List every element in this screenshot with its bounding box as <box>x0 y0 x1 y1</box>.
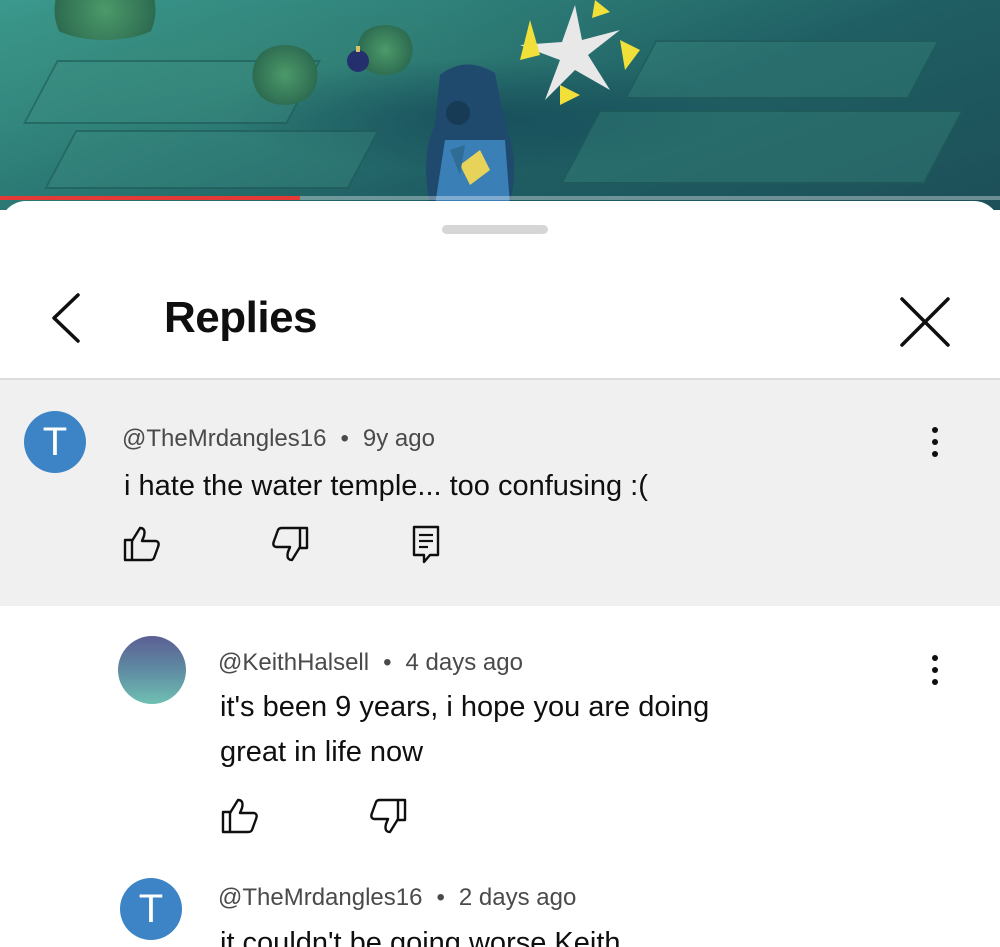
comment-text-line: it's been 9 years, i hope you are doing <box>220 691 710 723</box>
floor-tile <box>560 110 964 184</box>
floor-tile <box>44 130 380 189</box>
comment-text: it's been 9 years, i hope you are doing … <box>220 685 709 775</box>
avatar[interactable] <box>118 636 186 704</box>
avatar[interactable]: T <box>120 878 182 940</box>
comment-meta: @TheMrdangles16 • 2 days ago <box>218 884 576 912</box>
comment-time: 9y ago <box>362 425 435 452</box>
comment-time: 4 days ago <box>405 649 523 676</box>
meta-separator: • <box>383 649 392 676</box>
comment-text: it couldn't be going worse Keith <box>220 927 621 947</box>
sheet-header: Replies <box>0 261 1000 376</box>
replies-sheet: Replies T @TheMrdangles16 • 9y ago i hate … <box>0 201 1000 947</box>
comment-text: i hate the water temple... too confusing… <box>124 470 648 502</box>
meta-separator: • <box>436 884 445 911</box>
thumbs-down-icon[interactable] <box>268 522 312 566</box>
avatar[interactable]: T <box>24 411 86 473</box>
comment-author[interactable]: @TheMrdangles16 <box>218 884 422 911</box>
comment-meta: @TheMrdangles16 • 9y ago <box>122 425 435 453</box>
floor-tile <box>624 40 940 99</box>
parent-comment: T @TheMrdangles16 • 9y ago i hate the wate… <box>0 380 1000 606</box>
comment-time: 2 days ago <box>458 884 577 911</box>
video-player[interactable] <box>0 0 1000 210</box>
close-icon[interactable] <box>890 287 960 357</box>
meta-separator: • <box>340 425 349 452</box>
more-vert-icon[interactable] <box>925 420 945 464</box>
spiked-star <box>520 0 640 105</box>
comment-author[interactable]: @TheMrdangles16 <box>122 425 326 452</box>
more-vert-icon[interactable] <box>925 648 945 692</box>
comment-text-line: great in life now <box>220 736 424 768</box>
thumbs-down-icon[interactable] <box>366 794 410 838</box>
comment-meta: @KeithHalsell • 4 days ago <box>218 649 523 677</box>
drag-handle[interactable] <box>442 225 548 234</box>
water-plant <box>250 45 320 105</box>
video-progress-fill <box>0 196 300 200</box>
comment-author[interactable]: @KeithHalsell <box>218 649 369 676</box>
reply-icon[interactable] <box>404 522 448 566</box>
thumbs-up-icon[interactable] <box>120 522 164 566</box>
bomb-item <box>347 46 369 72</box>
thumbs-up-icon[interactable] <box>218 794 262 838</box>
page-title: Replies <box>164 293 318 342</box>
video-progress-bar[interactable] <box>0 196 1000 200</box>
water-plant <box>40 0 170 40</box>
chevron-left-icon[interactable] <box>40 283 100 353</box>
